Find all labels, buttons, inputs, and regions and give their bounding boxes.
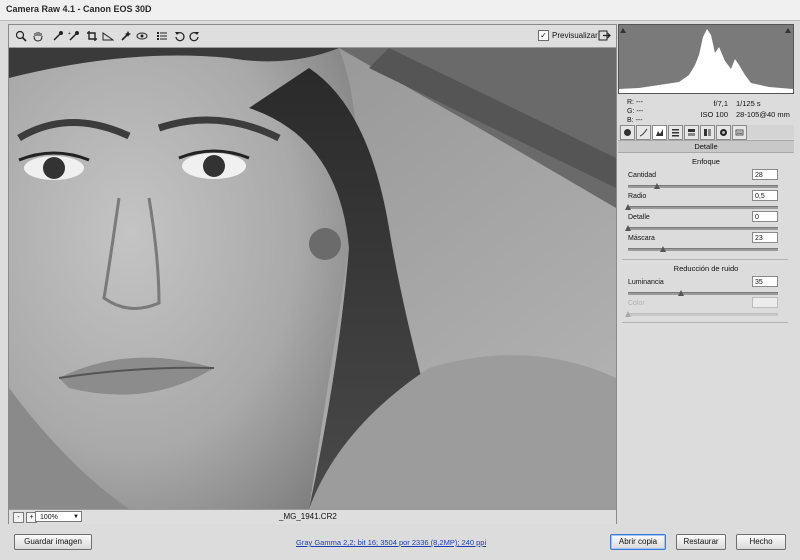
- done-button[interactable]: Hecho: [736, 534, 786, 550]
- zoom-icon[interactable]: [14, 29, 28, 43]
- footer: Guardar imagen Gray Gamma 2,2; bit 16; 3…: [0, 528, 800, 560]
- b-value: ---: [635, 117, 643, 124]
- detail-panel: Detalle Enfoque Cantidad 28 Radio 0,5 De…: [618, 140, 794, 522]
- hand-icon[interactable]: [31, 29, 45, 43]
- file-name: _MG_1941.CR2: [279, 512, 337, 521]
- straighten-icon[interactable]: [101, 29, 115, 43]
- preferences-icon[interactable]: [155, 29, 169, 43]
- r-value: ---: [635, 99, 643, 106]
- svg-text:+: +: [68, 31, 71, 37]
- detail-field[interactable]: 0: [752, 211, 778, 222]
- reset-button[interactable]: Restaurar: [676, 534, 726, 550]
- slider-row: Máscara 23: [628, 232, 778, 259]
- slider-track[interactable]: [628, 313, 778, 316]
- fullscreen-icon[interactable]: [598, 29, 611, 42]
- save-image-button[interactable]: Guardar imagen: [14, 534, 92, 550]
- toolbar: + ✓ Previsualizar: [9, 25, 616, 48]
- slider-track[interactable]: [628, 185, 778, 188]
- title-bar: Camera Raw 4.1 - Canon EOS 30D: [0, 0, 800, 21]
- lens: 28-105@40 mm: [736, 110, 790, 119]
- chevron-down-icon: ▼: [73, 514, 79, 520]
- main-preview-area: + ✓ Previsualizar - + 100% ▼ _MG_1941.CR…: [8, 24, 617, 524]
- preview-label: Previsualizar: [552, 31, 598, 40]
- divider: [622, 322, 788, 323]
- rotate-right-icon[interactable]: [187, 29, 201, 43]
- divider: [622, 259, 788, 260]
- tab-presets[interactable]: [732, 125, 747, 140]
- exif-info: R: --- G: --- B: --- f/7,1 1/125 s ISO 10…: [618, 98, 794, 126]
- tab-basic[interactable]: [620, 125, 635, 140]
- slider-label: Radio: [628, 193, 647, 200]
- slider-label: Cantidad: [628, 172, 657, 179]
- amount-field[interactable]: 28: [752, 169, 778, 180]
- photo-portrait: [9, 48, 616, 509]
- color-noise-slider-thumb[interactable]: [625, 311, 631, 317]
- image-preview[interactable]: [9, 48, 616, 509]
- open-copy-button[interactable]: Abrir copia: [610, 534, 666, 550]
- radius-slider-thumb[interactable]: [625, 204, 631, 210]
- window-title: Camera Raw 4.1 - Canon EOS 30D: [6, 4, 152, 14]
- rotate-left-icon[interactable]: [173, 29, 187, 43]
- sharpen-section-title: Enfoque: [692, 157, 720, 166]
- r-label: R:: [627, 99, 634, 106]
- g-value: ---: [636, 108, 644, 115]
- detail-slider-thumb[interactable]: [625, 225, 631, 231]
- zoom-level-select[interactable]: 100% ▼: [35, 511, 82, 522]
- luminance-slider-thumb[interactable]: [678, 290, 684, 296]
- crop-icon[interactable]: [85, 29, 99, 43]
- slider-track[interactable]: [628, 248, 778, 251]
- slider-label: Color: [628, 300, 645, 307]
- white-balance-icon[interactable]: [51, 29, 65, 43]
- preview-toggle[interactable]: ✓ Previsualizar: [538, 30, 598, 41]
- masking-slider-thumb[interactable]: [660, 246, 666, 252]
- noise-section-title: Reducción de ruido: [673, 264, 739, 273]
- slider-row: Color: [625, 297, 778, 324]
- iso: ISO 100: [700, 110, 728, 119]
- tab-camera-calibration[interactable]: [716, 125, 731, 140]
- zoom-out-button[interactable]: -: [13, 512, 24, 523]
- shutter-speed: 1/125 s: [736, 99, 761, 108]
- radius-field[interactable]: 0,5: [752, 190, 778, 201]
- tab-lens[interactable]: [700, 125, 715, 140]
- right-panel: R: --- G: --- B: --- f/7,1 1/125 s ISO 10…: [618, 24, 794, 522]
- slider-label: Luminancia: [628, 279, 664, 286]
- slider-track[interactable]: [628, 206, 778, 209]
- masking-field[interactable]: 23: [752, 232, 778, 243]
- red-eye-icon[interactable]: [135, 29, 149, 43]
- tab-detail[interactable]: [652, 125, 667, 140]
- status-bar: - + 100% ▼ _MG_1941.CR2: [9, 509, 616, 524]
- workflow-options-link[interactable]: Gray Gamma 2,2; bit 16; 3504 por 2336 (8…: [296, 538, 486, 547]
- tab-hsl[interactable]: [668, 125, 683, 140]
- amount-slider-thumb[interactable]: [654, 183, 660, 189]
- tab-split-toning[interactable]: [684, 125, 699, 140]
- b-label: B:: [627, 117, 634, 124]
- luminance-field[interactable]: 35: [752, 276, 778, 287]
- slider-label: Detalle: [628, 214, 650, 221]
- zoom-level-value: 100%: [40, 514, 58, 521]
- preview-checkbox[interactable]: ✓: [538, 30, 549, 41]
- panel-title: Detalle: [618, 140, 794, 153]
- histogram: [618, 24, 794, 94]
- color-noise-field[interactable]: [752, 297, 778, 308]
- g-label: G:: [627, 108, 635, 115]
- slider-track[interactable]: [628, 292, 778, 295]
- slider-track[interactable]: [628, 227, 778, 230]
- color-sampler-icon[interactable]: +: [67, 29, 81, 43]
- retouch-icon[interactable]: [119, 29, 133, 43]
- aperture: f/7,1: [713, 99, 728, 108]
- slider-label: Máscara: [628, 235, 655, 242]
- adjustment-tabs: [618, 125, 794, 140]
- tab-tone-curve[interactable]: [636, 125, 651, 140]
